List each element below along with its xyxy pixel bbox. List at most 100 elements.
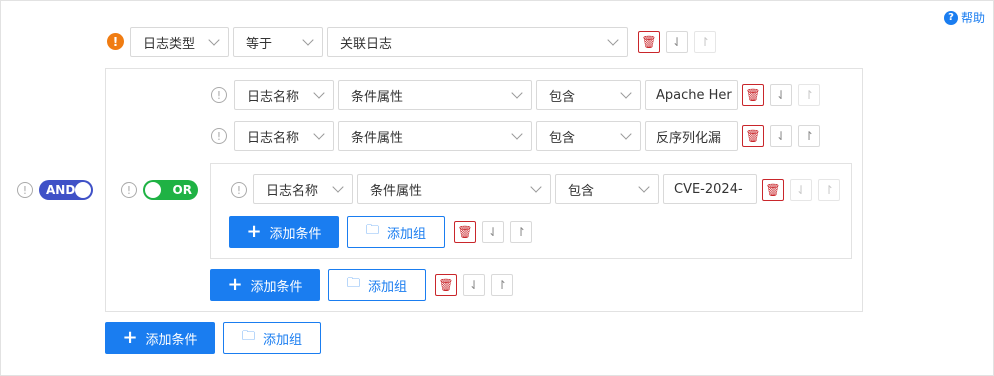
- value-input[interactable]: CVE-2024-: [663, 174, 757, 204]
- operator-select[interactable]: 包含: [536, 121, 641, 151]
- delete-group-button[interactable]: 🗑: [435, 274, 457, 296]
- arrow-down-icon: ⇃: [775, 129, 787, 143]
- delete-button[interactable]: 🗑: [762, 179, 784, 201]
- trash-icon: 🗑: [745, 88, 761, 102]
- toggle-knob: [145, 182, 161, 198]
- move-down-button[interactable]: ⇃: [770, 84, 792, 106]
- operator-select[interactable]: 包含: [536, 80, 641, 110]
- folder-plus-icon: 🗀: [241, 329, 255, 344]
- field-value: 日志名称: [247, 130, 300, 146]
- move-group-up-button[interactable]: ↾: [510, 221, 532, 243]
- add-condition-button[interactable]: + 添加条件: [210, 269, 320, 301]
- trash-icon: 🗑: [457, 225, 473, 239]
- root-operator-value: 等于: [246, 36, 273, 52]
- move-down-button[interactable]: ⇃: [790, 179, 812, 201]
- chevron-down-icon: [332, 181, 344, 193]
- chevron-down-icon: [620, 128, 632, 140]
- add-group-button[interactable]: 🗀 添加组: [328, 269, 426, 301]
- move-down-button[interactable]: ⇃: [770, 125, 792, 147]
- arrow-down-icon: ⇃: [671, 35, 683, 49]
- trash-icon: 🗑: [765, 183, 781, 197]
- delete-group-button[interactable]: 🗑: [454, 221, 476, 243]
- attribute-value: 条件属性: [351, 89, 404, 105]
- or-toggle[interactable]: OR: [143, 180, 198, 200]
- operator-select[interactable]: 包含: [555, 174, 659, 204]
- add-group-button[interactable]: 🗀 添加组: [223, 322, 321, 354]
- arrow-up-icon: ↾: [515, 225, 527, 239]
- root-field-select[interactable]: 日志类型: [130, 27, 229, 57]
- field-select[interactable]: 日志名称: [253, 174, 353, 204]
- field-select[interactable]: 日志名称: [234, 121, 334, 151]
- info-icon: !: [211, 128, 227, 144]
- arrow-down-icon: ⇃: [468, 278, 480, 292]
- operator-value: 包含: [549, 89, 576, 105]
- value-input[interactable]: Apache Her: [645, 80, 738, 110]
- arrow-down-icon: ⇃: [775, 88, 787, 102]
- chevron-down-icon: [511, 87, 523, 99]
- add-condition-label: 添加条件: [250, 279, 303, 295]
- folder-plus-icon: 🗀: [346, 276, 360, 291]
- chevron-down-icon: [638, 181, 650, 193]
- attribute-select[interactable]: 条件属性: [357, 174, 551, 204]
- add-condition-button[interactable]: + 添加条件: [229, 216, 339, 248]
- arrow-up-icon: ↾: [803, 129, 815, 143]
- add-group-label: 添加组: [368, 279, 408, 295]
- help-link[interactable]: ? 帮助: [944, 9, 985, 26]
- arrow-down-icon: ⇃: [795, 183, 807, 197]
- warning-icon: !: [107, 33, 124, 50]
- trash-icon: 🗑: [745, 129, 761, 143]
- help-circle-icon: ?: [944, 10, 958, 25]
- help-label: 帮助: [961, 11, 986, 25]
- attribute-value: 条件属性: [351, 130, 404, 146]
- attribute-select[interactable]: 条件属性: [338, 121, 532, 151]
- chevron-down-icon: [607, 34, 619, 46]
- move-down-button[interactable]: ⇃: [666, 31, 688, 53]
- attribute-value: 条件属性: [370, 183, 423, 199]
- add-condition-button[interactable]: + 添加条件: [105, 322, 215, 354]
- value-input[interactable]: 反序列化漏: [645, 121, 738, 151]
- arrow-up-icon: ↾: [699, 35, 711, 49]
- move-up-button[interactable]: ↾: [818, 179, 840, 201]
- root-operator-select[interactable]: 等于: [233, 27, 323, 57]
- plus-icon: +: [227, 274, 243, 295]
- root-value-select[interactable]: 关联日志: [327, 27, 628, 57]
- move-group-down-button[interactable]: ⇃: [482, 221, 504, 243]
- chevron-down-icon: [530, 181, 542, 193]
- chevron-down-icon: [620, 87, 632, 99]
- operator-value: 包含: [568, 183, 595, 199]
- trash-icon: 🗑: [641, 35, 657, 49]
- folder-plus-icon: 🗀: [365, 223, 379, 238]
- info-icon: !: [17, 182, 33, 198]
- add-group-label: 添加组: [263, 332, 303, 348]
- move-up-button[interactable]: ↾: [798, 84, 820, 106]
- field-select[interactable]: 日志名称: [234, 80, 334, 110]
- delete-button[interactable]: 🗑: [742, 84, 764, 106]
- info-icon: !: [121, 182, 137, 198]
- chevron-down-icon: [302, 34, 314, 46]
- move-up-button[interactable]: ↾: [798, 125, 820, 147]
- add-group-button[interactable]: 🗀 添加组: [347, 216, 445, 248]
- root-value-text: 关联日志: [340, 36, 393, 52]
- move-group-down-button[interactable]: ⇃: [463, 274, 485, 296]
- root-field-value: 日志类型: [143, 36, 196, 52]
- move-up-button[interactable]: ↾: [694, 31, 716, 53]
- field-value: 日志名称: [266, 183, 319, 199]
- info-icon: !: [231, 182, 247, 198]
- add-condition-label: 添加条件: [269, 226, 322, 242]
- move-group-up-button[interactable]: ↾: [491, 274, 513, 296]
- add-condition-label: 添加条件: [145, 332, 198, 348]
- and-toggle-label: AND: [46, 183, 76, 197]
- plus-icon: +: [246, 221, 262, 242]
- arrow-up-icon: ↾: [803, 88, 815, 102]
- delete-button[interactable]: 🗑: [742, 125, 764, 147]
- operator-value: 包含: [549, 130, 576, 146]
- delete-button[interactable]: 🗑: [638, 31, 660, 53]
- arrow-down-icon: ⇃: [487, 225, 499, 239]
- trash-icon: 🗑: [438, 278, 454, 292]
- chevron-down-icon: [208, 34, 220, 46]
- and-toggle[interactable]: AND: [39, 180, 93, 200]
- arrow-up-icon: ↾: [496, 278, 508, 292]
- attribute-select[interactable]: 条件属性: [338, 80, 532, 110]
- arrow-up-icon: ↾: [823, 183, 835, 197]
- chevron-down-icon: [313, 128, 325, 140]
